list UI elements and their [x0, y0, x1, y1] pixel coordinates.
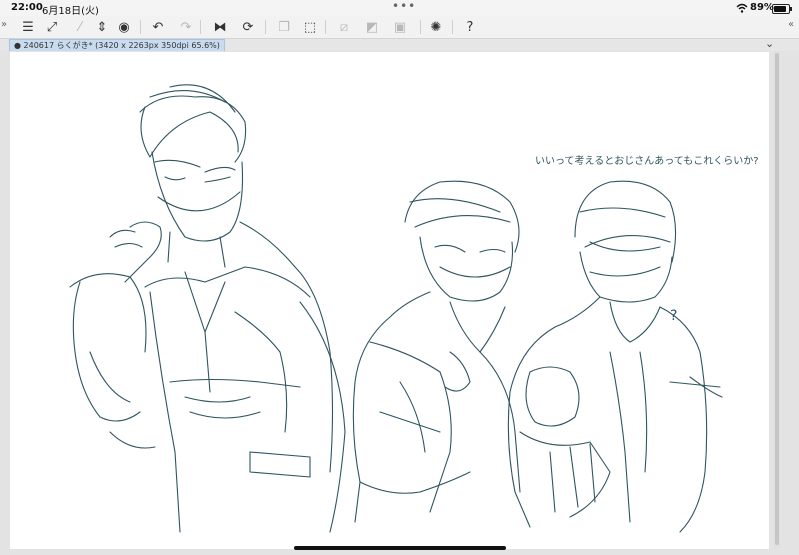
- vertical-scrollbar[interactable]: [774, 51, 780, 549]
- document-tab-strip: ● 240617 らくがき* (3420 x 2263px 350dpi 65.…: [0, 37, 799, 52]
- menu-icon[interactable]: ☰: [18, 18, 38, 36]
- battery-cap: [790, 7, 792, 11]
- sketch-stroke: [519, 431, 611, 518]
- sketch-stroke: [109, 229, 143, 248]
- multitasking-dots[interactable]: •••: [392, 0, 416, 13]
- sketch-stroke: [659, 306, 708, 533]
- sketch-stroke: [479, 351, 521, 493]
- loading-icon[interactable]: ✺: [426, 18, 446, 36]
- sketch-stroke: [525, 366, 580, 427]
- sketch-stroke: [609, 351, 648, 523]
- status-bar: 22:00 6月18日(火) ••• 89%: [0, 0, 799, 17]
- scrollbar-thumb[interactable]: [775, 53, 779, 545]
- sketch-stroke: [184, 396, 261, 419]
- sketch-stroke: [157, 191, 241, 212]
- sketch-stroke: [609, 301, 661, 343]
- rotate-icon[interactable]: ⟳: [238, 18, 258, 36]
- sketch-stroke: [151, 151, 243, 242]
- sketch-stroke: [299, 301, 346, 533]
- toolbar: » « ☰ ⤢ ⁄ ⇕ ◉ ↶ ↷ ⧓ ⟳ ❐ ⬚ ⧄ ◩ ▣ ✺?: [0, 16, 799, 39]
- sketch-stroke: [404, 180, 520, 253]
- sketch-stroke: [69, 273, 147, 353]
- sketch-stroke: [234, 311, 288, 433]
- sketch-stroke: [379, 381, 441, 453]
- sketch-stroke: [249, 451, 311, 478]
- toolbar-divider: [420, 20, 421, 34]
- sketch-stroke: [352, 291, 431, 523]
- sketch-stroke: [359, 471, 471, 494]
- sketch-stroke: [89, 351, 156, 449]
- drawing-canvas[interactable]: いいって考えるとおじさんあってもこれくらいか? ?: [10, 52, 769, 549]
- help-icon[interactable]: ?: [460, 18, 480, 36]
- sketch-stroke: [589, 241, 661, 277]
- sketch-drawing: いいって考えるとおじさんあってもこれくらいか? ?: [69, 84, 759, 533]
- clear-icon[interactable]: ⧄: [334, 18, 354, 36]
- sketch-stroke: [444, 351, 471, 392]
- sketch-stroke: [409, 198, 511, 228]
- color-wheel-icon[interactable]: ◉: [114, 18, 134, 36]
- undo-icon[interactable]: ↶: [148, 18, 168, 36]
- status-time: 22:00: [11, 2, 43, 13]
- scroll-icon[interactable]: ⇕: [92, 18, 112, 36]
- copy-layer-icon[interactable]: ❐: [274, 18, 294, 36]
- sketch-stroke: [239, 221, 334, 473]
- battery-icon: [772, 4, 792, 14]
- sketch-stroke: [72, 281, 141, 422]
- toolbar-divider: [325, 20, 326, 34]
- toolbar-divider: [140, 20, 141, 34]
- handwritten-note: いいって考えるとおじさんあってもこれくらいか?: [535, 155, 759, 167]
- sketch-stroke: [574, 180, 677, 263]
- sketch-stroke: [149, 291, 181, 533]
- sketch-stroke: [434, 244, 506, 253]
- eyedropper-icon[interactable]: ⁄: [70, 18, 90, 36]
- flip-horizontal-icon[interactable]: ⧓: [210, 18, 230, 36]
- wifi-icon: [736, 3, 748, 13]
- collapse-right-icon[interactable]: «: [788, 19, 794, 30]
- sketch-stroke: [549, 443, 596, 513]
- battery-fill: [774, 6, 787, 12]
- status-date: 6月18日(火): [42, 6, 99, 17]
- sketch-stroke: [369, 341, 452, 513]
- sketch-stroke: [169, 378, 301, 388]
- toolbar-divider: [200, 20, 201, 34]
- sketch-stroke: [140, 106, 239, 158]
- sketch-stroke: [449, 301, 506, 353]
- tab-menu-chevron-icon[interactable]: ⌄: [765, 37, 774, 50]
- sketch-stroke: [184, 271, 226, 393]
- question-mark: ?: [670, 308, 677, 324]
- sketch-stroke: [507, 296, 601, 528]
- sketch-stroke: [419, 236, 514, 302]
- sketch-stroke: [167, 231, 226, 268]
- canvas-area: いいって考えるとおじさんあってもこれくらいか? ?: [0, 51, 799, 555]
- sketch-stroke: [164, 176, 231, 183]
- battery-percent: 89%: [750, 2, 774, 13]
- sketch-stroke: [579, 207, 671, 248]
- canvas-resize-icon[interactable]: ⤢: [42, 18, 62, 36]
- select-all-icon[interactable]: ▣: [390, 18, 410, 36]
- fill-icon[interactable]: ◩: [362, 18, 382, 36]
- toolbar-divider: [265, 20, 266, 34]
- toolbar-divider: [452, 20, 453, 34]
- collapse-left-icon[interactable]: »: [1, 19, 7, 30]
- transform-icon[interactable]: ⬚: [300, 18, 320, 36]
- sketch-stroke: [154, 159, 236, 173]
- sketch-stroke: [439, 266, 511, 278]
- home-indicator[interactable]: [294, 546, 506, 550]
- sketch-stroke: [669, 376, 723, 398]
- sketch-stroke: [579, 251, 673, 303]
- sketch-stroke: [144, 266, 311, 298]
- redo-icon[interactable]: ↷: [176, 18, 196, 36]
